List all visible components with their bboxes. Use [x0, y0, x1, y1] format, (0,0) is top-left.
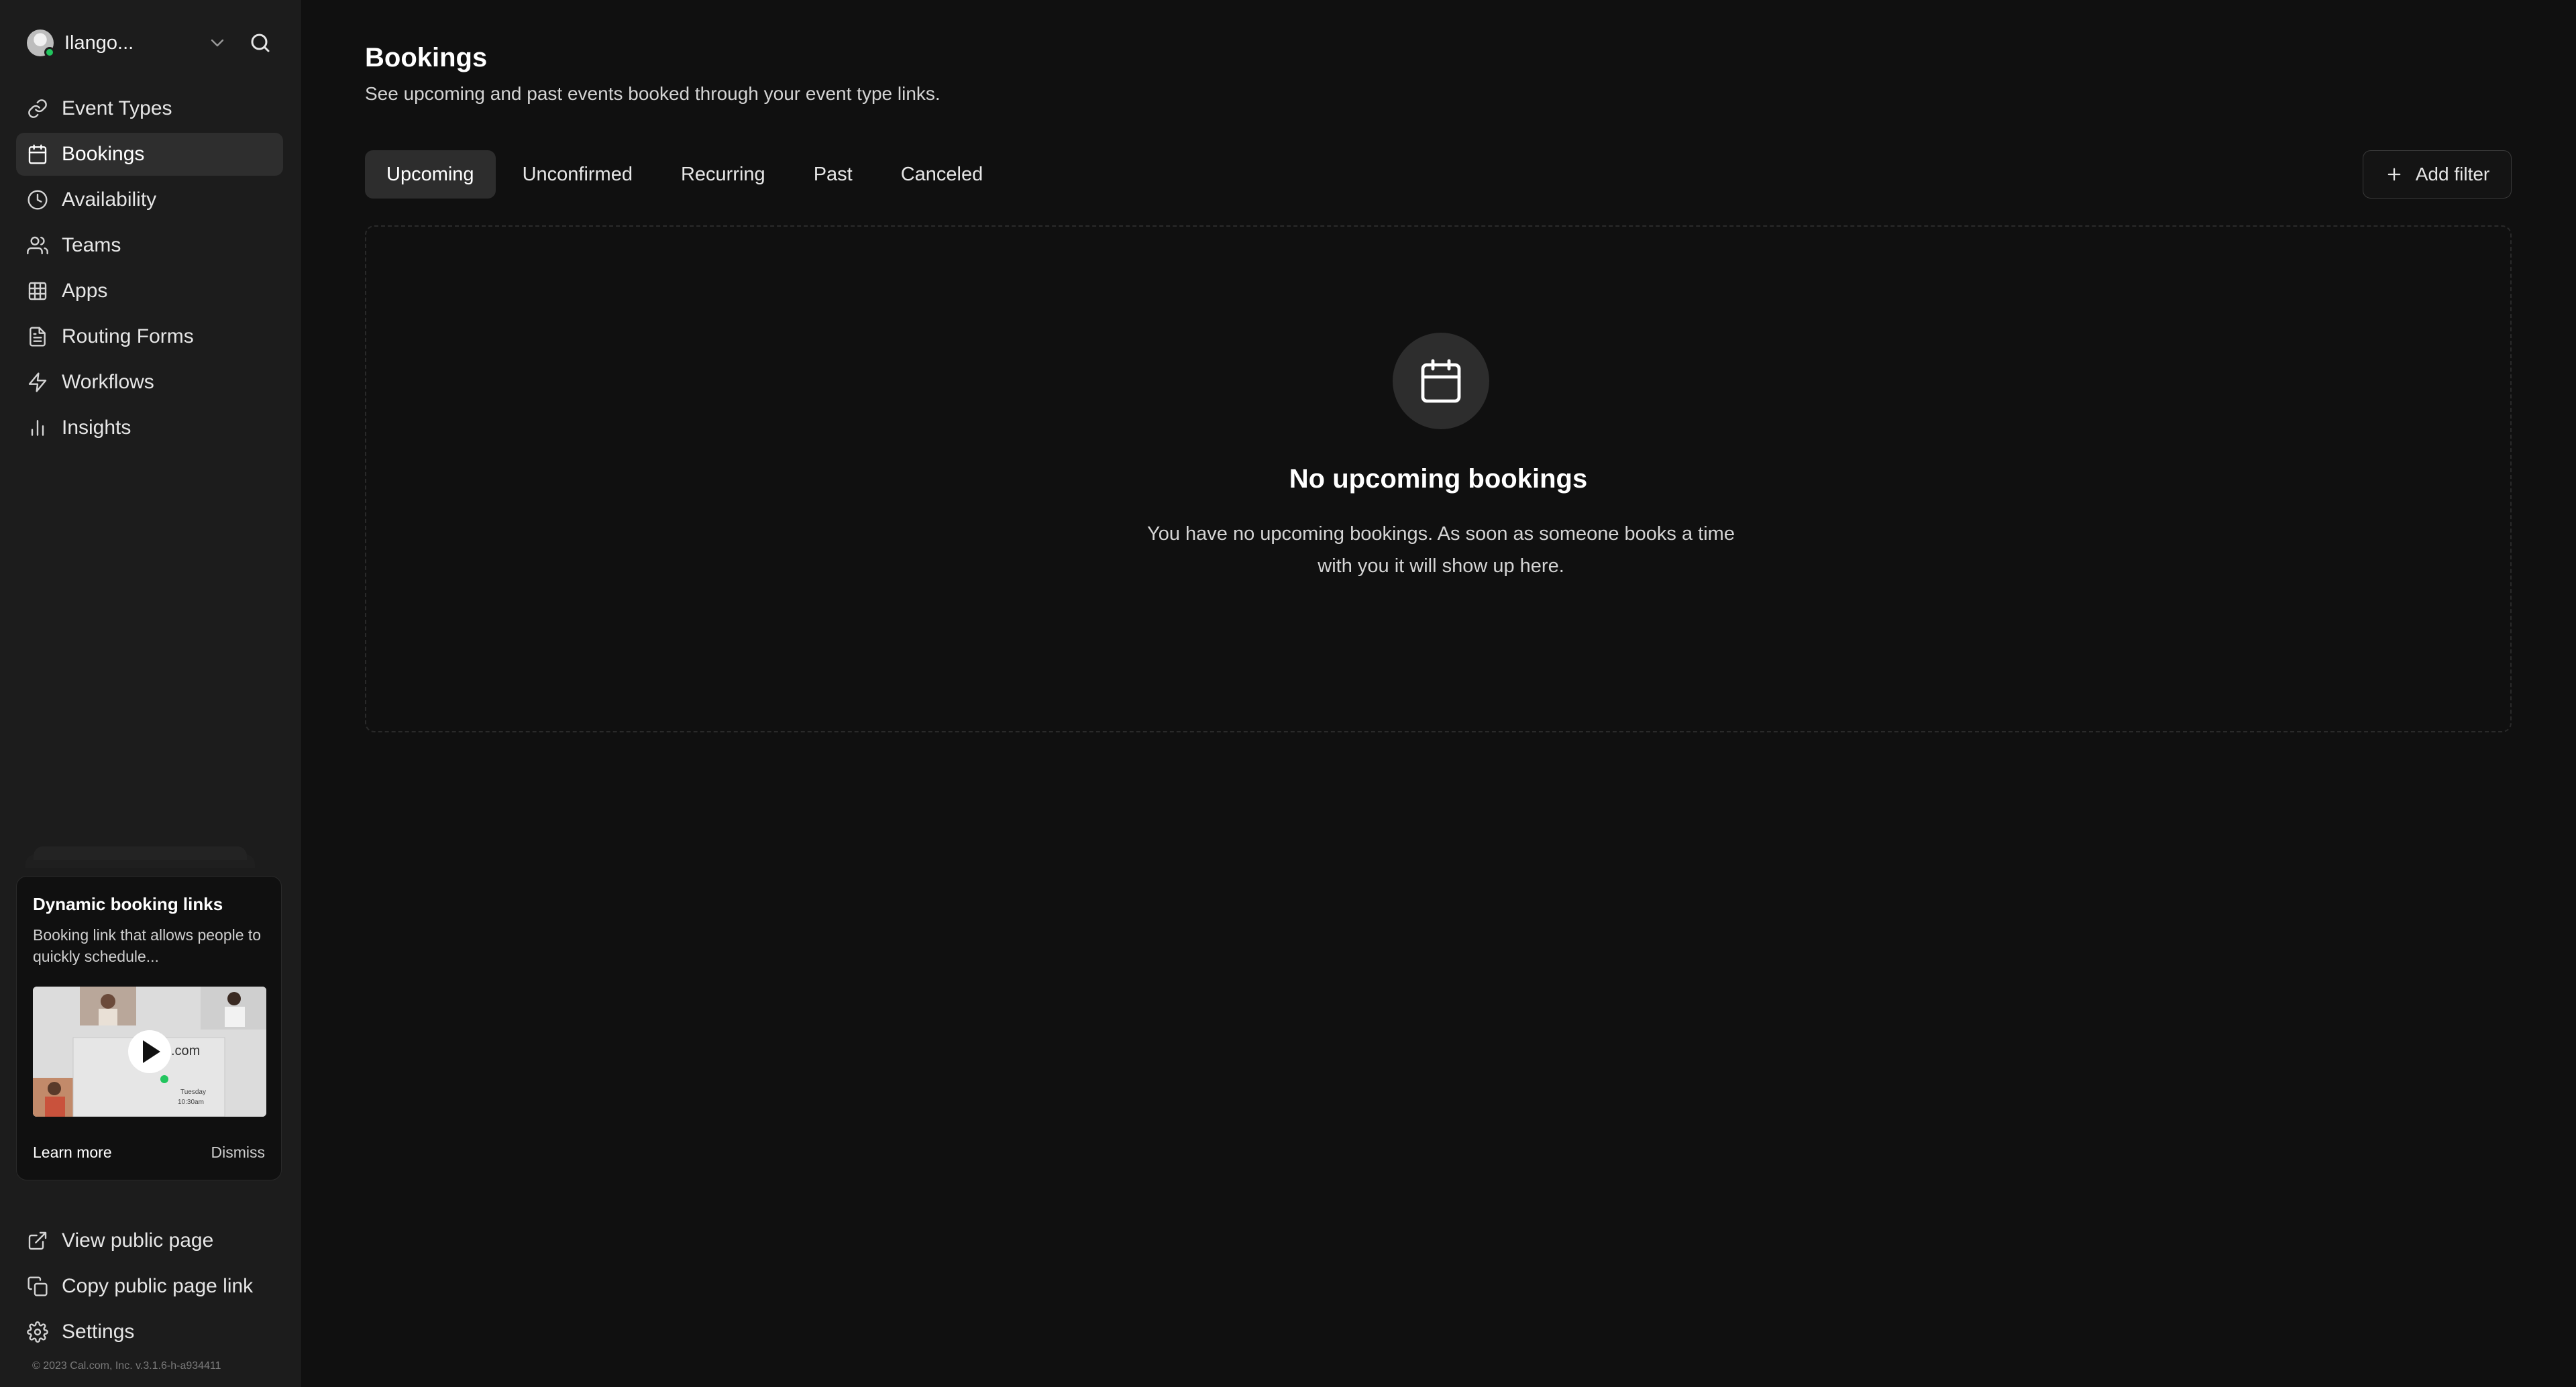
add-filter-button[interactable]: Add filter	[2363, 150, 2512, 199]
promo-card: Dynamic booking links Booking link that …	[16, 876, 282, 1180]
copy-icon	[28, 1276, 48, 1296]
sidebar-item-routing-forms[interactable]: Routing Forms	[16, 315, 283, 358]
empty-state-description: You have no upcoming bookings. As soon a…	[1147, 523, 1735, 577]
promo-video-thumbnail[interactable]: .com Tuesday 10:30am	[33, 987, 266, 1117]
copy-public-page-link[interactable]: Copy public page link	[16, 1265, 283, 1308]
tab-canceled[interactable]: Canceled	[879, 150, 1005, 199]
online-status-dot	[44, 47, 55, 58]
sidebar-item-label: Workflows	[62, 371, 154, 393]
sidebar-item-insights[interactable]: Insights	[16, 406, 283, 449]
main-content: Bookings See upcoming and past events bo…	[301, 0, 2576, 1387]
zap-icon	[28, 372, 47, 392]
link-icon	[28, 99, 47, 118]
calendar-icon	[28, 144, 47, 164]
avatar	[27, 30, 55, 58]
empty-state-title: No upcoming bookings	[1289, 464, 1588, 494]
sidebar-item-label: Bookings	[62, 143, 145, 165]
sidebar-item-teams[interactable]: Teams	[16, 224, 283, 267]
file-icon	[30, 327, 46, 347]
promo-description: Booking link that allows people to quick…	[33, 926, 262, 965]
empty-state: No upcoming bookings You have no upcomin…	[365, 225, 2512, 732]
learn-more-link[interactable]: Learn more	[33, 1144, 112, 1162]
video-preview-illustration: .com Tuesday 10:30am	[33, 987, 266, 1117]
promo-footer: Learn more Dismiss	[33, 1144, 265, 1162]
add-filter-label: Add filter	[2415, 164, 2490, 184]
app-root: Ilango... Event Types Bookings Availabil…	[0, 0, 2576, 1387]
user-name: Ilango...	[64, 32, 134, 54]
sidebar-item-label: Copy public page link	[62, 1275, 254, 1297]
users-icon	[27, 236, 48, 255]
booking-tabs: Upcoming Unconfirmed Recurring Past Canc…	[365, 150, 1010, 199]
sidebar-item-label: Settings	[62, 1321, 135, 1343]
grid-icon	[28, 282, 47, 300]
version-footer: © 2023 Cal.com, Inc. v.3.1.6-h-a934411	[32, 1360, 221, 1372]
promo-title: Dynamic booking links	[33, 894, 223, 914]
view-public-page-link[interactable]: View public page	[16, 1219, 283, 1262]
bar-chart-icon	[31, 420, 44, 436]
sidebar-item-label: Apps	[62, 280, 108, 302]
sidebar-item-workflows[interactable]: Workflows	[16, 361, 283, 404]
sidebar-nav: Event Types Bookings Availability Teams …	[16, 87, 283, 452]
calendar-icon	[1421, 359, 1461, 403]
external-link-icon	[28, 1231, 47, 1250]
sidebar: Ilango... Event Types Bookings Availabil…	[0, 0, 301, 1387]
sidebar-bottom-nav: View public page Copy public page link S…	[16, 1219, 283, 1356]
sidebar-item-label: Insights	[62, 417, 131, 439]
sidebar-item-label: Teams	[62, 234, 121, 256]
plus-icon	[2387, 168, 2401, 181]
page-title: Bookings	[365, 43, 488, 72]
sidebar-item-apps[interactable]: Apps	[16, 270, 283, 313]
video-time-text: 10:30am	[178, 1099, 204, 1106]
sidebar-item-label: Availability	[62, 188, 157, 211]
tab-past[interactable]: Past	[792, 150, 874, 199]
tab-upcoming[interactable]: Upcoming	[365, 150, 496, 199]
video-day-text: Tuesday	[180, 1089, 206, 1096]
dismiss-button[interactable]: Dismiss	[211, 1144, 266, 1162]
sidebar-item-label: View public page	[62, 1229, 214, 1252]
promo-stack-layer	[34, 846, 247, 860]
sidebar-item-settings[interactable]: Settings	[16, 1311, 283, 1353]
search-icon[interactable]	[248, 31, 272, 55]
sidebar-item-event-types[interactable]: Event Types	[16, 87, 283, 130]
sidebar-item-availability[interactable]: Availability	[16, 178, 283, 221]
video-domain-text: .com	[171, 1044, 200, 1058]
empty-state-icon-circle	[1393, 333, 1489, 429]
gear-icon	[27, 1321, 48, 1343]
sidebar-item-bookings[interactable]: Bookings	[16, 133, 283, 176]
sidebar-item-label: Event Types	[62, 97, 172, 119]
tab-recurring[interactable]: Recurring	[659, 150, 787, 199]
sidebar-item-label: Routing Forms	[62, 325, 194, 347]
clock-icon	[28, 190, 48, 210]
tab-unconfirmed[interactable]: Unconfirmed	[501, 150, 654, 199]
chevron-down-icon[interactable]	[207, 32, 228, 54]
page-subtitle: See upcoming and past events booked thro…	[365, 83, 941, 104]
user-menu[interactable]: Ilango...	[27, 27, 275, 59]
